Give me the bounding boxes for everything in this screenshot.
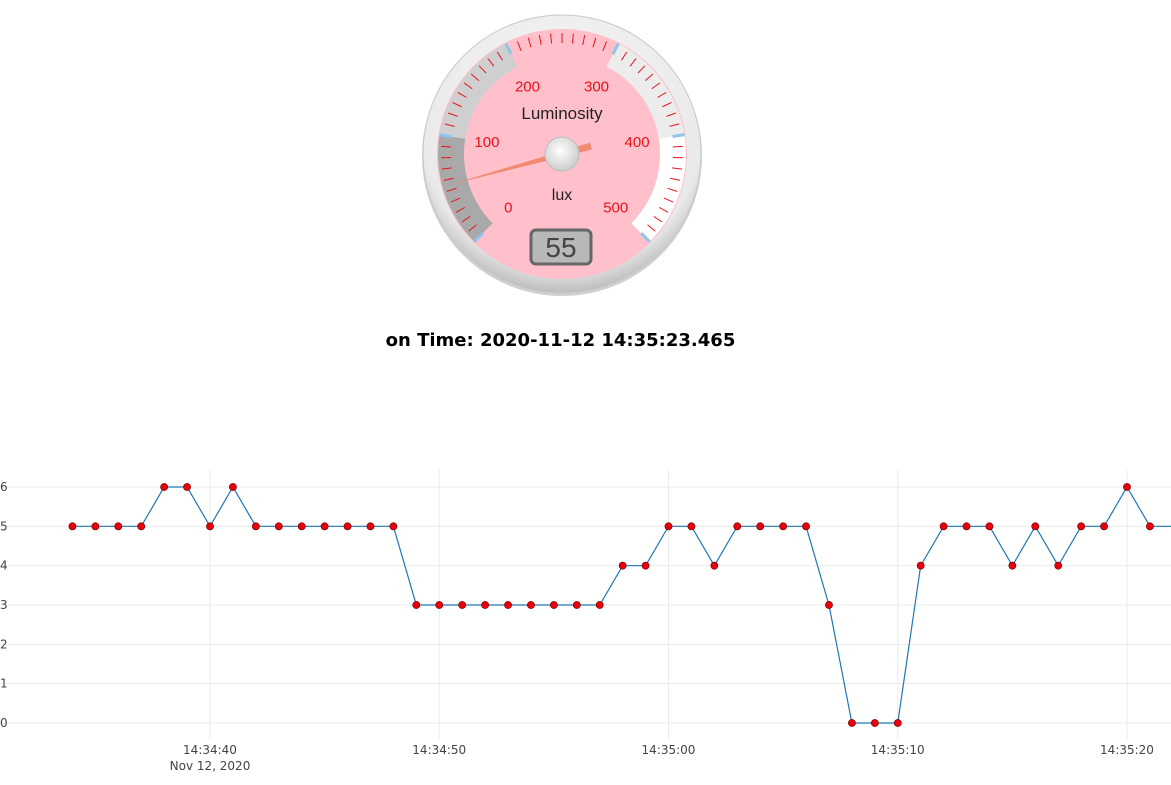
series-point (641, 561, 650, 570)
series-point (229, 483, 237, 491)
y-axis-ticks: 0 1 2 3 4 5 6 (0, 480, 8, 730)
luminosity-gauge: 0 100 200 300 400 500 Luminosity lux 55 (420, 12, 704, 296)
x-tick-label: 14:34:40 (183, 743, 237, 757)
series-point (1031, 522, 1040, 531)
timestamp-text: on Time: 2020-11-12 14:35:23.465 (385, 330, 736, 351)
series-point (962, 522, 971, 531)
gauge-minor-tick (441, 145, 452, 148)
luminosity-chart: 0123456 14:34:40 Nov 12, 2020 14:34:50 14:3… (0, 465, 1171, 785)
series-point (435, 601, 444, 609)
gauge-tick-label: 400 (625, 134, 650, 151)
gauge-band-separator (672, 133, 685, 138)
series-point (458, 601, 467, 609)
series-point (183, 483, 191, 491)
y-tick-label: 5 (0, 519, 8, 533)
series-point (549, 601, 558, 609)
series-point (893, 719, 902, 727)
series-point (297, 522, 306, 531)
x-date-label: Nov 12, 2020 (170, 759, 251, 773)
gauge-units: lux (552, 187, 572, 204)
series-point (114, 522, 123, 531)
y-tick-label: 6 (0, 480, 8, 494)
x-tick-label: 14:35:20 (1100, 743, 1154, 757)
series-point (595, 601, 604, 609)
gauge-tick-label: 300 (584, 78, 609, 95)
series-point (251, 522, 260, 531)
series-point (389, 522, 398, 531)
y-tick-label: 4 (0, 559, 8, 573)
series-point (137, 522, 146, 531)
series-point (343, 522, 352, 531)
x-tick-label: 14:35:00 (642, 743, 696, 757)
series-point (412, 601, 421, 609)
series-point (1146, 522, 1154, 531)
series-point (870, 719, 879, 727)
series-point (1008, 561, 1017, 570)
series-point (91, 522, 100, 531)
gauge-tick-label: 500 (603, 200, 628, 217)
series-point (1100, 522, 1108, 531)
series-point (481, 601, 489, 609)
gauge-band-separator (439, 133, 452, 138)
series-point (366, 522, 375, 531)
series-point (939, 522, 948, 531)
x-tick-label: 14:35:10 (871, 743, 925, 757)
series-point (687, 522, 696, 531)
series-point (160, 483, 169, 491)
series-point (206, 522, 214, 531)
series-point (572, 601, 581, 609)
y-tick-label: 0 (0, 716, 8, 730)
series-point (320, 522, 329, 531)
gauge-tick-label: 0 (504, 200, 512, 217)
series-point (527, 601, 535, 609)
series-point (710, 561, 719, 570)
series-point (618, 561, 627, 570)
series-point (779, 522, 788, 531)
y-tick-label: 1 (0, 677, 8, 691)
chart-svg: 0123456 14:34:40Nov 12, 202014:34:50 14:3… (0, 470, 1171, 773)
series-point (985, 522, 994, 531)
series-point (802, 522, 810, 531)
series-point (664, 522, 673, 531)
x-tick-label: 14:34:50 (412, 743, 466, 757)
gauge-minor-tick (672, 145, 683, 148)
series-point (1054, 561, 1063, 570)
x-axis-ticks: 14:34:40 Nov 12, 2020 14:34:50 14:35:00 14:3… (170, 743, 1154, 773)
series-point (916, 561, 925, 570)
series-point (825, 601, 833, 609)
series-point (756, 522, 765, 531)
gauge-tick-label: 100 (474, 134, 499, 151)
series-point (504, 601, 512, 609)
series-point (274, 522, 283, 531)
series-point (68, 522, 77, 531)
gauge-svg: 0 100 200 300 400 500 Luminosity lux 55 (422, 14, 702, 296)
gauge-hub (544, 136, 580, 172)
series-point (1077, 522, 1086, 531)
y-tick-label: 2 (0, 637, 8, 651)
gauge-tick-label: 200 (515, 78, 540, 95)
series-point (1123, 483, 1131, 491)
gauge-title: Luminosity (521, 104, 603, 123)
series-point (733, 522, 742, 531)
series-point (848, 719, 856, 727)
y-tick-label: 3 (0, 598, 8, 612)
gauge-value: 55 (545, 232, 576, 263)
